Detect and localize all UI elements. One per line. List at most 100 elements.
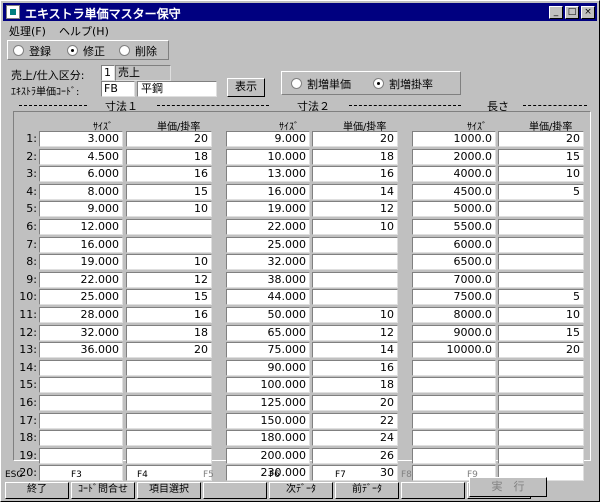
length-size-field[interactable] [412, 430, 496, 447]
mode-register-radio[interactable] [13, 45, 24, 56]
length-rate-field[interactable] [498, 236, 584, 253]
dim1-size-field[interactable] [39, 412, 123, 429]
length-rate-field[interactable]: 20 [498, 131, 584, 147]
mode-delete-radio[interactable] [119, 45, 130, 56]
dim1-size-field[interactable]: 25.000 [39, 289, 123, 306]
dim2-rate-field[interactable]: 12 [312, 201, 398, 218]
dim2-size-field[interactable]: 50.000 [226, 307, 310, 323]
dim1-size-field[interactable]: 8.000 [39, 183, 123, 200]
length-rate-field[interactable]: 10 [498, 166, 584, 183]
calc-rate-radio[interactable] [373, 78, 384, 89]
length-size-field[interactable]: 5500.0 [412, 219, 496, 235]
dim1-rate-field[interactable] [126, 219, 212, 235]
dim1-rate-field[interactable] [126, 359, 212, 376]
code-input[interactable]: FB [101, 81, 135, 97]
dim2-size-field[interactable]: 90.000 [226, 359, 310, 376]
length-rate-field[interactable] [498, 430, 584, 447]
fkey-button[interactable] [203, 482, 267, 499]
length-rate-field[interactable] [498, 219, 584, 235]
fkey-button[interactable]: 次ﾃﾞｰﾀ [269, 482, 333, 499]
dim2-rate-field[interactable] [312, 271, 398, 288]
length-rate-field[interactable] [498, 271, 584, 288]
length-size-field[interactable]: 7500.0 [412, 289, 496, 306]
dim2-rate-field[interactable] [312, 289, 398, 306]
length-size-field[interactable]: 8000.0 [412, 307, 496, 323]
dim1-size-field[interactable] [39, 430, 123, 447]
dim2-size-field[interactable]: 180.000 [226, 430, 310, 447]
dim2-size-field[interactable]: 44.000 [226, 289, 310, 306]
dim1-size-field[interactable]: 9.000 [39, 201, 123, 218]
title-bar[interactable]: エキストラ単価マスター保守 _ □ × [3, 3, 597, 21]
dim2-size-field[interactable]: 125.000 [226, 395, 310, 411]
dim2-rate-field[interactable]: 26 [312, 447, 398, 464]
dim2-size-field[interactable]: 230.000 [226, 465, 310, 482]
length-rate-field[interactable]: 20 [498, 342, 584, 359]
dim1-rate-field[interactable]: 15 [126, 289, 212, 306]
dim1-size-field[interactable] [39, 377, 123, 394]
dim2-rate-field[interactable]: 16 [312, 166, 398, 183]
dim2-size-field[interactable]: 25.000 [226, 236, 310, 253]
length-size-field[interactable]: 5000.0 [412, 201, 496, 218]
dim1-size-field[interactable]: 28.000 [39, 307, 123, 323]
dim1-rate-field[interactable]: 12 [126, 271, 212, 288]
dim2-size-field[interactable]: 32.000 [226, 254, 310, 271]
menu-file[interactable]: 処理(F) [9, 23, 46, 39]
length-rate-field[interactable] [498, 359, 584, 376]
dim2-rate-field[interactable]: 12 [312, 324, 398, 341]
dim2-size-field[interactable]: 13.000 [226, 166, 310, 183]
length-size-field[interactable] [412, 412, 496, 429]
dim1-rate-field[interactable] [126, 430, 212, 447]
length-size-field[interactable] [412, 447, 496, 464]
fkey-button[interactable]: 項目選択 [137, 482, 201, 499]
length-size-field[interactable]: 1000.0 [412, 131, 496, 147]
dim2-rate-field[interactable] [312, 254, 398, 271]
dim2-rate-field[interactable]: 14 [312, 183, 398, 200]
minimize-button[interactable]: _ [549, 6, 563, 19]
dim2-rate-field[interactable]: 24 [312, 430, 398, 447]
dim2-size-field[interactable]: 22.000 [226, 219, 310, 235]
dim1-rate-field[interactable] [126, 412, 212, 429]
length-size-field[interactable]: 9000.0 [412, 324, 496, 341]
length-rate-field[interactable]: 15 [498, 148, 584, 165]
dim1-size-field[interactable]: 4.500 [39, 148, 123, 165]
fkey-button[interactable]: ｺｰﾄﾞ問合せ [71, 482, 135, 499]
dim1-size-field[interactable] [39, 359, 123, 376]
dim2-size-field[interactable]: 200.000 [226, 447, 310, 464]
app-icon[interactable] [6, 5, 20, 19]
dim2-size-field[interactable]: 9.000 [226, 131, 310, 147]
mode-edit-label[interactable]: 修正 [83, 43, 105, 59]
dim1-size-field[interactable]: 6.000 [39, 166, 123, 183]
execute-button[interactable]: 実 行 [469, 477, 547, 497]
length-size-field[interactable]: 7000.0 [412, 271, 496, 288]
dim2-rate-field[interactable]: 10 [312, 307, 398, 323]
dim1-rate-field[interactable] [126, 377, 212, 394]
length-size-field[interactable] [412, 359, 496, 376]
length-size-field[interactable]: 6000.0 [412, 236, 496, 253]
dim1-size-field[interactable]: 16.000 [39, 236, 123, 253]
dim2-rate-field[interactable]: 20 [312, 395, 398, 411]
dim2-size-field[interactable]: 38.000 [226, 271, 310, 288]
length-rate-field[interactable]: 10 [498, 307, 584, 323]
category-code-field[interactable]: 1 [101, 65, 115, 81]
fkey-button[interactable] [401, 482, 465, 499]
dim1-size-field[interactable]: 36.000 [39, 342, 123, 359]
dim2-size-field[interactable]: 150.000 [226, 412, 310, 429]
length-rate-field[interactable] [498, 395, 584, 411]
fkey-button[interactable]: 終了 [5, 482, 69, 499]
length-size-field[interactable]: 2000.0 [412, 148, 496, 165]
length-rate-field[interactable] [498, 201, 584, 218]
dim1-rate-field[interactable]: 20 [126, 131, 212, 147]
dim1-rate-field[interactable]: 20 [126, 342, 212, 359]
length-size-field[interactable]: 10000.0 [412, 342, 496, 359]
dim2-size-field[interactable]: 19.000 [226, 201, 310, 218]
dim1-size-field[interactable]: 22.000 [39, 271, 123, 288]
dim2-size-field[interactable]: 75.000 [226, 342, 310, 359]
dim1-rate-field[interactable]: 16 [126, 307, 212, 323]
dim1-rate-field[interactable] [126, 447, 212, 464]
calc-unitprice-label[interactable]: 割増単価 [307, 76, 351, 92]
dim1-rate-field[interactable]: 10 [126, 254, 212, 271]
dim1-rate-field[interactable]: 18 [126, 148, 212, 165]
length-rate-field[interactable] [498, 377, 584, 394]
length-rate-field[interactable]: 5 [498, 289, 584, 306]
dim2-rate-field[interactable]: 14 [312, 342, 398, 359]
